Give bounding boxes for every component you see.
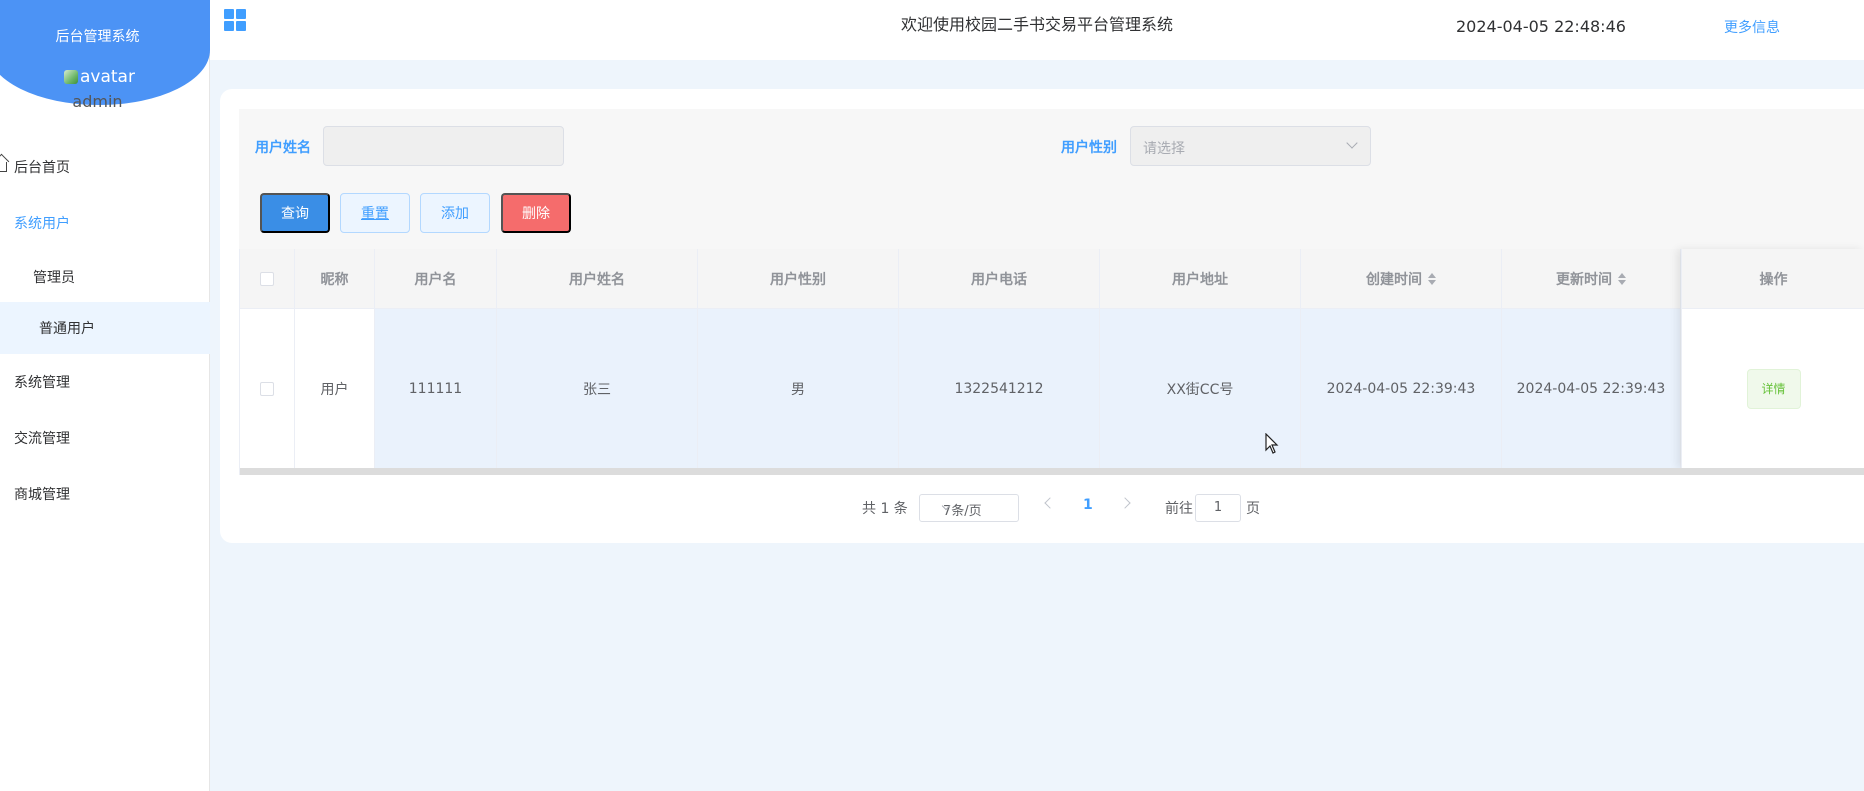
column-header: 用户性别 xyxy=(698,249,899,308)
column-header: 用户电话 xyxy=(899,249,1100,308)
column-header-updated[interactable]: 更新时间 xyxy=(1502,249,1681,308)
gender-select[interactable]: 请选择 xyxy=(1130,126,1371,166)
sort-icon[interactable] xyxy=(1618,272,1626,286)
chevron-down-icon xyxy=(1346,137,1358,149)
name-label: 用户姓名 xyxy=(255,140,311,156)
sidebar: 后台管理系统 avatar admin 后台首页 系统用户 管理员 普通用户 系… xyxy=(0,0,210,791)
gender-placeholder: 请选择 xyxy=(1143,141,1185,157)
delete-button[interactable]: 删除 xyxy=(501,193,571,233)
header-select-all xyxy=(240,249,295,308)
column-header: 用户地址 xyxy=(1100,249,1301,308)
add-button[interactable]: 添加 xyxy=(420,193,490,233)
sidebar-title: 后台管理系统 xyxy=(55,29,140,45)
sidebar-menu: 后台首页 系统用户 管理员 普通用户 系统管理 交流管理 商城管理 xyxy=(0,139,210,522)
sidebar-item-label: 交流管理 xyxy=(14,431,70,447)
column-header-label: 更新时间 xyxy=(1556,271,1612,288)
sidebar-item-system-users[interactable]: 系统用户 xyxy=(0,195,210,251)
horizontal-scrollbar[interactable] xyxy=(240,468,1864,475)
avatar: avatar xyxy=(64,67,135,87)
sidebar-item-normal-users[interactable]: 普通用户 xyxy=(0,302,210,354)
mouse-cursor-icon xyxy=(1265,433,1279,454)
sidebar-item-system-manage[interactable]: 系统管理 xyxy=(0,354,210,410)
page-number[interactable]: 1 xyxy=(1083,497,1093,513)
cell-created: 2024-04-05 22:39:43 xyxy=(1301,309,1502,468)
cell-username: 111111 xyxy=(375,309,497,468)
page-size-value: 7条/页 xyxy=(943,504,982,519)
cell-realname: 张三 xyxy=(497,309,698,468)
goto-page-input[interactable]: 1 xyxy=(1195,494,1241,522)
sidebar-item-home[interactable]: 后台首页 xyxy=(0,139,210,195)
table-row[interactable]: 用户 111111 张三 男 1322541212 XX街CC号 2024-04… xyxy=(240,309,1864,468)
goto-label: 前往 xyxy=(1165,501,1193,517)
cell-gender: 男 xyxy=(698,309,899,468)
name-input[interactable] xyxy=(323,126,564,166)
sidebar-item-label: 管理员 xyxy=(33,269,75,286)
sidebar-item-label: 后台首页 xyxy=(14,160,70,176)
column-header: 操作 xyxy=(1682,249,1864,309)
avatar-alt-text: avatar xyxy=(80,67,135,87)
select-all-checkbox[interactable] xyxy=(260,271,274,286)
sidebar-item-label: 普通用户 xyxy=(39,321,95,337)
sidebar-item-label: 系统管理 xyxy=(14,375,70,391)
action-cell: 详情 xyxy=(1682,309,1864,468)
column-header: 用户姓名 xyxy=(497,249,698,308)
sidebar-item-mall-manage[interactable]: 商城管理 xyxy=(0,466,210,522)
username: admin xyxy=(72,92,123,111)
sidebar-header xyxy=(0,0,210,105)
top-bar: 欢迎使用校园二手书交易平台管理系统 2024-04-05 22:48:46 更多… xyxy=(210,0,1864,60)
query-button[interactable]: 查询 xyxy=(260,193,330,233)
sort-icon[interactable] xyxy=(1428,272,1436,286)
column-header-label: 创建时间 xyxy=(1366,271,1422,288)
fixed-action-column: 操作 详情 xyxy=(1681,249,1864,468)
broken-image-icon xyxy=(64,70,78,84)
sidebar-item-label: 系统用户 xyxy=(14,216,70,232)
pagination-total: 共 1 条 xyxy=(862,501,908,517)
table-header: 昵称 用户名 用户姓名 用户性别 用户电话 用户地址 创建时间 更新时间 xyxy=(240,249,1864,309)
cell-nickname: 用户 xyxy=(295,309,375,468)
users-table: 昵称 用户名 用户姓名 用户性别 用户电话 用户地址 创建时间 更新时间 用户 … xyxy=(239,249,1864,475)
sidebar-item-admins[interactable]: 管理员 xyxy=(0,251,210,302)
page-size-select[interactable]: 7条/页 xyxy=(919,494,1019,522)
gender-label: 用户性别 xyxy=(1061,140,1117,156)
home-icon xyxy=(0,162,7,172)
page-suffix: 页 xyxy=(1246,501,1260,517)
current-datetime: 2024-04-05 22:48:46 xyxy=(1456,17,1626,36)
column-header-created[interactable]: 创建时间 xyxy=(1301,249,1502,308)
more-info-link[interactable]: 更多信息 xyxy=(1724,17,1780,37)
cell-updated: 2024-04-05 22:39:43 xyxy=(1502,309,1681,468)
column-header: 昵称 xyxy=(295,249,375,308)
row-select xyxy=(240,309,295,468)
row-checkbox[interactable] xyxy=(260,381,274,396)
sidebar-item-exchange-manage[interactable]: 交流管理 xyxy=(0,410,210,466)
sidebar-item-label: 商城管理 xyxy=(14,487,70,503)
reset-button[interactable]: 重置 xyxy=(340,193,410,233)
column-header: 用户名 xyxy=(375,249,497,308)
detail-button[interactable]: 详情 xyxy=(1746,368,1801,409)
cell-phone: 1322541212 xyxy=(899,309,1100,468)
